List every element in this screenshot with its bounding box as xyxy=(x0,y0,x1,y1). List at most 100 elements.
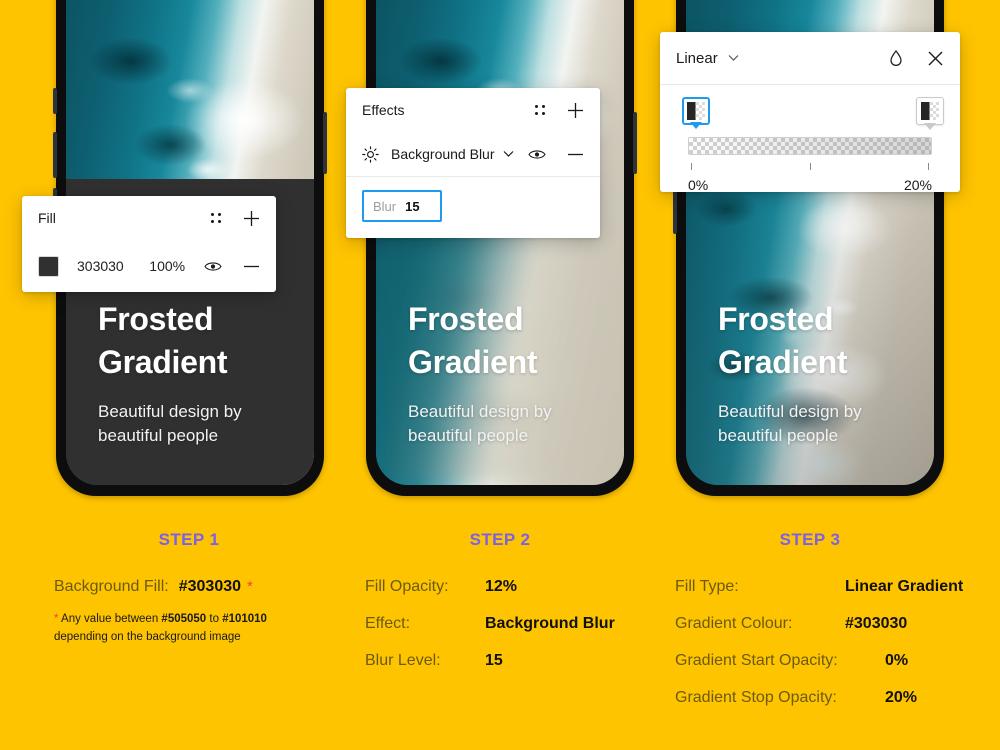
gradient-stop-percent: 20% xyxy=(903,177,932,193)
phone-text-block-1: Frosted Gradient Beautiful design by bea… xyxy=(98,298,290,447)
phone-subtitle-line2: beautiful people xyxy=(718,425,839,445)
gradient-type-label[interactable]: Linear xyxy=(676,50,718,67)
gradient-transparency-bar[interactable] xyxy=(688,137,932,155)
blur-input-label: Blur xyxy=(373,198,397,214)
step-2-heading: STEP 2 xyxy=(469,530,531,549)
chevron-down-icon[interactable] xyxy=(728,54,739,62)
grid-dots-icon[interactable] xyxy=(533,103,547,117)
plus-icon[interactable] xyxy=(243,210,260,227)
phone-power-button xyxy=(633,112,637,174)
phone-title-line1: Frosted xyxy=(98,301,214,338)
sun-icon xyxy=(362,145,379,163)
phone-silent-switch xyxy=(53,88,57,114)
gradient-stop-start-handle[interactable] xyxy=(682,97,710,129)
step-3-value-fill-type: Linear Gradient xyxy=(845,578,964,595)
phone-mockup-2: Frosted Gradient Beautiful design by bea… xyxy=(363,0,637,496)
effects-panel-header: Effects xyxy=(346,88,600,132)
step-3-row-gradient-colour: Gradient Colour: #303030 xyxy=(675,615,985,633)
minus-icon[interactable] xyxy=(243,258,260,275)
phone-subtitle-line1: Beautiful design by xyxy=(408,402,552,422)
fill-panel-header: Fill xyxy=(22,196,276,240)
step-3-label-gradient-colour: Gradient Colour: xyxy=(675,615,793,632)
eye-icon[interactable] xyxy=(204,260,222,273)
phone-subtitle-line2: beautiful people xyxy=(98,425,219,445)
phone-screen-2: Frosted Gradient Beautiful design by bea… xyxy=(376,0,624,485)
phone-title-line2: Gradient xyxy=(408,344,538,381)
gradient-stop-start-swatch xyxy=(687,102,705,120)
step-2-value-blur-level: 15 xyxy=(485,652,503,669)
step-column-3: STEP 3 Fill Type: Linear Gradient Gradie… xyxy=(675,530,985,726)
step-3-label-fill-type: Fill Type: xyxy=(675,578,739,595)
step-3-value-stop-opacity: 20% xyxy=(885,689,918,706)
fill-row: 303030 100% xyxy=(22,240,276,292)
gradient-stops-area: 0% 20% xyxy=(660,85,960,193)
step-3-heading: STEP 3 xyxy=(779,530,841,549)
step-2-value-effect: Background Blur xyxy=(485,615,615,632)
effects-panel: Effects Background Blur Blur 15 xyxy=(346,88,600,238)
step-2-row-fill-opacity: Fill Opacity: 12% xyxy=(365,578,665,596)
phone-title-line2: Gradient xyxy=(98,344,228,381)
fill-opacity-value[interactable]: 100% xyxy=(149,258,204,274)
step-3-value-gradient-colour: #303030 xyxy=(845,615,908,632)
effect-name-label[interactable]: Background Blur xyxy=(391,146,495,162)
step-2-row-blur-level: Blur Level: 15 xyxy=(365,652,665,670)
chevron-down-icon[interactable] xyxy=(503,150,514,158)
phone-text-block-3: Frosted Gradient Beautiful design by bea… xyxy=(718,298,910,447)
step-3-value-start-opacity: 0% xyxy=(885,652,909,669)
footnote-text-b: to xyxy=(206,613,223,625)
gradient-panel: Linear 0% 20% xyxy=(660,32,960,193)
step-3-row-fill-type: Fill Type: Linear Gradient xyxy=(675,578,985,596)
phone-title-line1: Frosted xyxy=(408,301,524,338)
phone-subtitle-line1: Beautiful design by xyxy=(98,402,242,422)
step-2-label-blur-level: Blur Level: xyxy=(365,652,441,669)
phone-subtitle-line2: beautiful people xyxy=(408,425,529,445)
gradient-tick-middle xyxy=(810,163,811,170)
fill-panel: Fill 303030 100% xyxy=(22,196,276,292)
effects-panel-title: Effects xyxy=(362,102,405,118)
phone-title-line2: Gradient xyxy=(718,344,848,381)
footnote-text-a: Any value between xyxy=(58,613,162,625)
steps-section: STEP 1 Background Fill: #303030 * * Any … xyxy=(0,530,1000,750)
step-2-row-effect: Effect: Background Blur xyxy=(365,615,665,633)
footnote-line2: depending on the background image xyxy=(54,630,241,643)
gradient-stop-end-handle[interactable] xyxy=(916,97,944,130)
step-3-label-stop-opacity: Gradient Stop Opacity: xyxy=(675,689,837,706)
minus-icon[interactable] xyxy=(567,146,584,163)
step-column-2: STEP 2 Fill Opacity: 12% Effect: Backgro… xyxy=(365,530,665,689)
step-1-row-background-fill: Background Fill: #303030 * xyxy=(54,578,354,596)
step-2-label-effect: Effect: xyxy=(365,615,411,632)
phone-title-line1: Frosted xyxy=(718,301,834,338)
footnote-hex-to: #101010 xyxy=(222,613,267,625)
footnote-hex-from: #505050 xyxy=(161,613,207,625)
phone-subtitle-line1: Beautiful design by xyxy=(718,402,862,422)
eye-icon[interactable] xyxy=(528,148,546,161)
plus-icon[interactable] xyxy=(567,102,584,119)
effect-row: Background Blur xyxy=(346,132,600,176)
step-1-heading: STEP 1 xyxy=(158,530,220,549)
step-3-row-stop-opacity: Gradient Stop Opacity: 20% xyxy=(675,689,985,707)
step-1-footnote: * Any value between #505050 to #101010 d… xyxy=(54,611,354,647)
close-icon[interactable] xyxy=(927,50,944,67)
blur-input[interactable]: Blur 15 xyxy=(362,190,442,222)
fill-color-swatch[interactable] xyxy=(38,255,59,277)
step-3-label-start-opacity: Gradient Start Opacity: xyxy=(675,652,838,669)
gradient-tick-start xyxy=(691,163,692,170)
step-1-label-background-fill: Background Fill: xyxy=(54,578,169,595)
grid-dots-icon[interactable] xyxy=(209,211,223,225)
step-3-row-start-opacity: Gradient Start Opacity: 0% xyxy=(675,652,985,670)
blur-input-value[interactable]: 15 xyxy=(405,199,419,214)
phone-power-button xyxy=(323,112,327,174)
fill-panel-title: Fill xyxy=(38,210,56,226)
step-2-label-fill-opacity: Fill Opacity: xyxy=(365,578,449,595)
fill-hex-value[interactable]: 303030 xyxy=(77,258,149,274)
gradient-start-percent: 0% xyxy=(688,177,709,193)
phone-volume-down-button xyxy=(673,188,677,234)
step-2-value-fill-opacity: 12% xyxy=(485,578,518,595)
gradient-tick-end xyxy=(928,163,929,170)
effects-panel-footer: Blur 15 xyxy=(346,177,600,238)
phone-volume-up-button xyxy=(53,132,57,178)
droplet-icon[interactable] xyxy=(889,49,903,67)
step-1-value-background-fill: #303030 xyxy=(178,578,242,595)
step-column-1: STEP 1 Background Fill: #303030 * * Any … xyxy=(54,530,354,647)
phone-text-block-2: Frosted Gradient Beautiful design by bea… xyxy=(408,298,600,447)
